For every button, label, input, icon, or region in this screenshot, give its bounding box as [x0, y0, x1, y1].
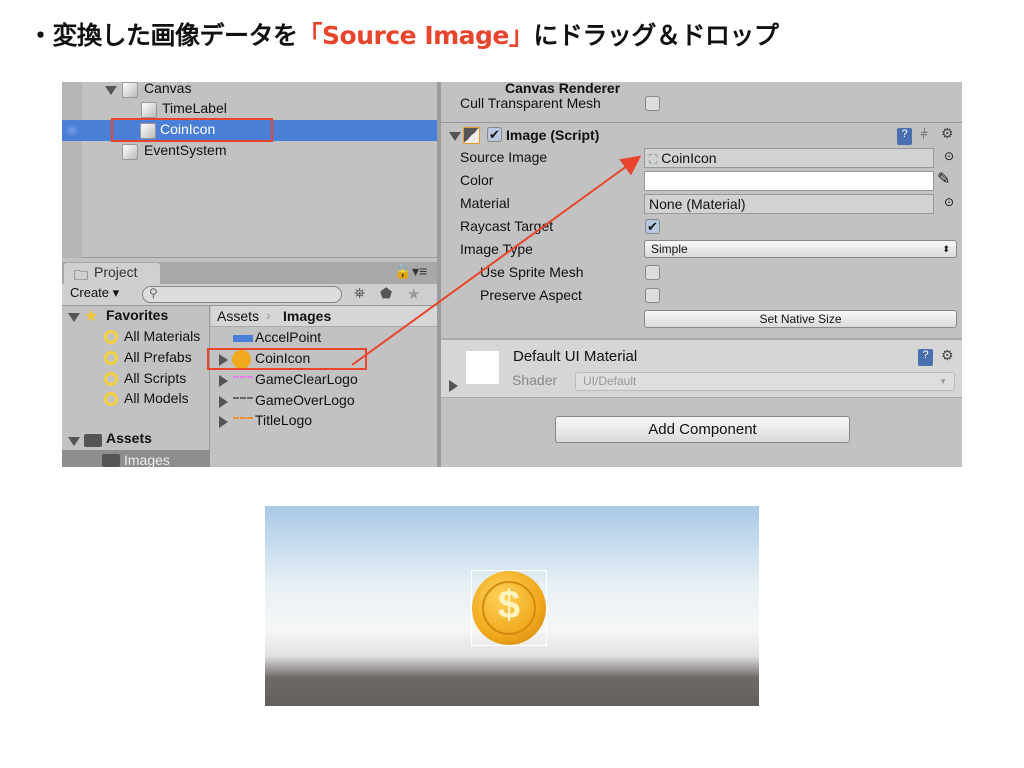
arrow-line: [351, 155, 642, 366]
drag-arrow: [351, 155, 642, 366]
